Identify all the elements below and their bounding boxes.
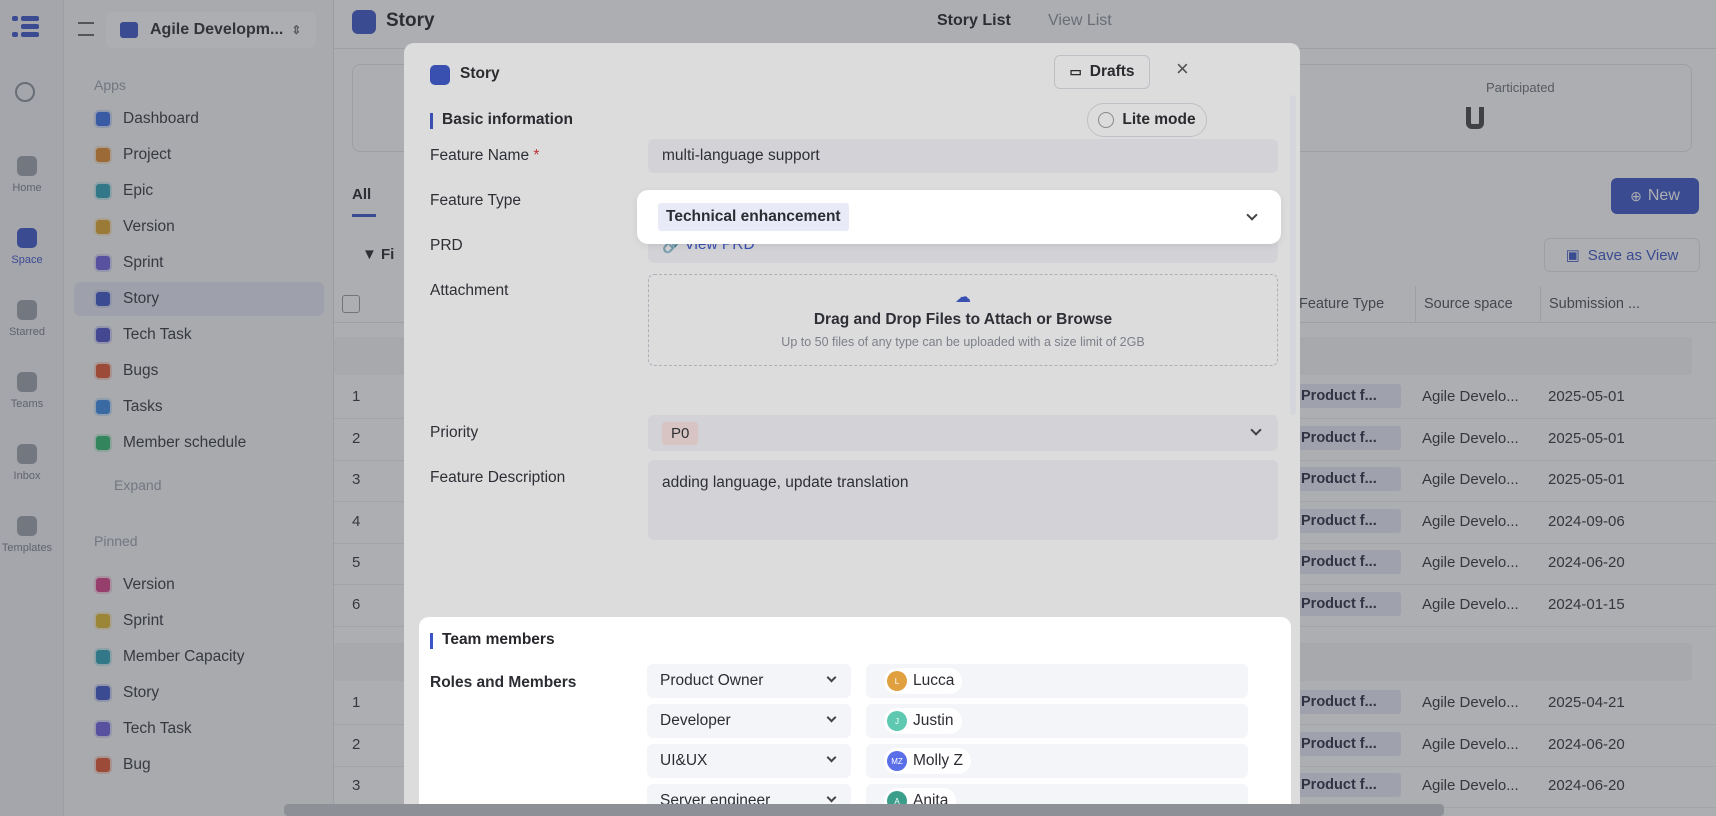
chevron-down-icon bbox=[826, 672, 837, 683]
dropzone-subtitle: Up to 50 files of any type can be upload… bbox=[781, 335, 1145, 349]
required-asterisk: * bbox=[533, 147, 540, 164]
roles-members-label: Roles and Members bbox=[430, 674, 577, 691]
chevron-down-icon bbox=[1246, 209, 1258, 221]
modal-title: Story bbox=[460, 65, 500, 82]
avatar: L bbox=[887, 671, 907, 691]
inbox-icon: ▭ bbox=[1069, 64, 1082, 79]
attachment-label: Attachment bbox=[430, 282, 509, 299]
dropzone-title: Drag and Drop Files to Attach or Browse bbox=[813, 311, 1113, 328]
chevron-down-icon bbox=[826, 712, 837, 723]
toggle-circle-icon bbox=[1098, 112, 1115, 128]
app-window: Home Space Starred Teams Inbox Templates… bbox=[0, 0, 1716, 816]
member-chip[interactable]: J Justin bbox=[884, 708, 962, 734]
story-icon bbox=[430, 65, 450, 85]
feature-name-input[interactable]: multi-language support bbox=[648, 139, 1278, 173]
basic-info-heading: Basic information bbox=[442, 111, 573, 128]
member-select[interactable]: MZ Molly Z bbox=[866, 744, 1248, 778]
feature-type-label: Feature Type bbox=[430, 192, 522, 209]
attachment-dropzone[interactable]: ☁ Drag and Drop Files to Attach or Brows… bbox=[648, 274, 1278, 366]
priority-label: Priority bbox=[430, 424, 479, 441]
feature-description-label: Feature Description bbox=[430, 469, 566, 486]
section-marker bbox=[430, 633, 433, 649]
feature-name-label: Feature Name bbox=[430, 147, 530, 164]
close-icon[interactable]: × bbox=[1176, 56, 1189, 82]
member-chip[interactable]: MZ Molly Z bbox=[884, 748, 971, 774]
chevron-down-icon bbox=[826, 752, 837, 763]
feature-type-select[interactable]: Technical enhancement bbox=[644, 197, 1274, 237]
priority-select[interactable]: P0 bbox=[648, 415, 1278, 451]
avatar: J bbox=[887, 711, 907, 731]
member-name: Molly Z bbox=[913, 752, 963, 769]
lite-mode-toggle[interactable]: Lite mode bbox=[1087, 103, 1207, 137]
role-select[interactable]: Developer bbox=[647, 704, 851, 738]
drafts-button[interactable]: ▭ Drafts bbox=[1054, 55, 1150, 89]
member-chip[interactable]: L Lucca bbox=[884, 668, 963, 694]
prd-label: PRD bbox=[430, 237, 463, 254]
team-members-heading: Team members bbox=[442, 631, 555, 648]
modal-scrollbar[interactable] bbox=[1290, 95, 1296, 415]
chevron-down-icon bbox=[826, 792, 837, 803]
member-select[interactable]: L Lucca bbox=[866, 664, 1248, 698]
horizontal-scrollbar[interactable] bbox=[284, 804, 1444, 816]
section-marker bbox=[430, 113, 433, 129]
member-name: Lucca bbox=[913, 672, 955, 689]
chevron-down-icon bbox=[1250, 424, 1262, 436]
feature-type-tag: Technical enhancement bbox=[658, 203, 849, 231]
role-select[interactable]: UI&UX bbox=[647, 744, 851, 778]
member-select[interactable]: J Justin bbox=[866, 704, 1248, 738]
member-name: Justin bbox=[913, 712, 954, 729]
role-label: UI&UX bbox=[660, 752, 708, 769]
role-label: Developer bbox=[660, 712, 731, 729]
avatar: MZ bbox=[887, 751, 907, 771]
role-select[interactable]: Product Owner bbox=[647, 664, 851, 698]
priority-tag: P0 bbox=[662, 421, 699, 445]
feature-description-input[interactable]: adding language, update translation bbox=[648, 460, 1278, 540]
upload-cloud-icon: ☁ bbox=[955, 289, 971, 306]
role-label: Product Owner bbox=[660, 672, 764, 689]
feature-type-highlight: Technical enhancement bbox=[640, 193, 1278, 241]
